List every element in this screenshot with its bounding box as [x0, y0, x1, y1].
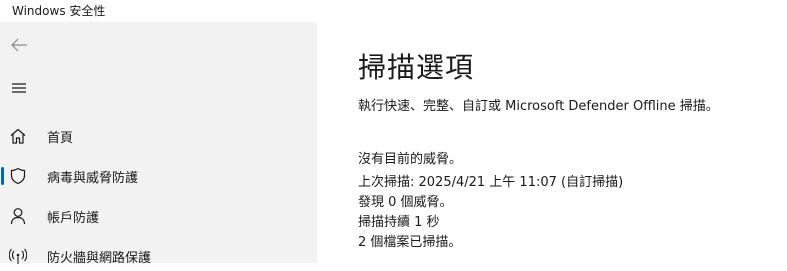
sidebar-item-account-protection[interactable]: 帳戶防護 [0, 201, 317, 231]
page-title: 掃描選項 [358, 51, 475, 84]
sidebar-item-label: 病毒與威脅防護 [47, 170, 139, 186]
wifi-antenna-icon [8, 246, 28, 266]
sidebar-item-firewall[interactable]: 防火牆與網路保護 [0, 241, 317, 271]
sidebar-item-label: 首頁 [47, 130, 74, 146]
menu-button[interactable] [6, 75, 32, 101]
hamburger-menu-icon [12, 83, 26, 93]
threat-status: 沒有目前的威脅。 [358, 152, 463, 167]
page-description: 執行快速、完整、自訂或 Microsoft Defender Offline 掃… [358, 99, 719, 114]
main-content: 掃描選項 執行快速、完整、自訂或 Microsoft Defender Offl… [317, 22, 787, 263]
shield-icon [8, 166, 28, 186]
sidebar-item-label: 帳戶防護 [47, 210, 100, 226]
home-icon [8, 126, 28, 146]
person-icon [8, 206, 28, 226]
back-arrow-icon [11, 38, 27, 52]
back-button[interactable] [6, 32, 32, 58]
sidebar-item-virus-protection[interactable]: 病毒與威脅防護 [0, 161, 317, 191]
sidebar: 首頁 病毒與威脅防護 帳戶防護 防火牆與網路保護 [0, 22, 317, 266]
title-bar: Windows 安全性 [0, 0, 787, 22]
scan-duration: 掃描持續 1 秒 [358, 215, 440, 230]
files-scanned: 2 個檔案已掃描。 [358, 235, 462, 250]
last-scan-info: 上次掃描: 2025/4/21 上午 11:07 (自訂掃描) [358, 175, 624, 190]
sidebar-item-home[interactable]: 首頁 [0, 121, 317, 151]
window-title: Windows 安全性 [12, 4, 106, 18]
threats-found: 發現 0 個威脅。 [358, 195, 453, 210]
